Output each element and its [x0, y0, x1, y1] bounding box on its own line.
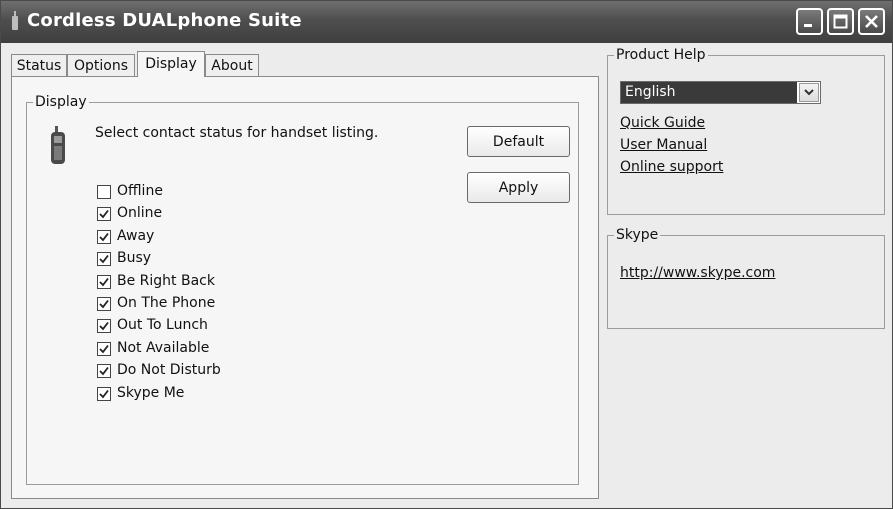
- tab-display[interactable]: Display: [137, 51, 205, 77]
- maximize-button[interactable]: [827, 8, 854, 35]
- tab-status[interactable]: Status: [11, 54, 67, 76]
- window-title: Cordless DUALphone Suite: [27, 10, 302, 31]
- status-checkbox-row[interactable]: Busy: [97, 249, 317, 269]
- status-checkbox-row[interactable]: Skype Me: [97, 384, 317, 404]
- checkbox-checked[interactable]: [97, 207, 111, 221]
- status-checkbox-label: Out To Lunch: [117, 317, 208, 333]
- minimize-button[interactable]: [796, 8, 823, 35]
- close-icon: [865, 15, 878, 28]
- status-checkbox-label: Offline: [117, 183, 163, 199]
- status-checkbox-row[interactable]: On The Phone: [97, 294, 317, 314]
- checkmark-icon: [99, 254, 109, 264]
- product-help-label: Product Help: [616, 47, 706, 63]
- apply-button[interactable]: Apply: [467, 172, 570, 203]
- status-checkbox-label: Not Available: [117, 340, 210, 356]
- minimize-icon: [804, 24, 812, 27]
- quick-guide-link[interactable]: Quick Guide: [620, 115, 705, 131]
- checkmark-icon: [99, 277, 109, 287]
- checkbox-checked[interactable]: [97, 230, 111, 244]
- instruction-text: Select contact status for handset listin…: [95, 125, 379, 141]
- display-group-label: Display: [35, 94, 87, 110]
- language-value: English: [621, 82, 797, 103]
- status-checkbox-label: Do Not Disturb: [117, 362, 221, 378]
- handset-icon: [51, 126, 65, 164]
- user-manual-link[interactable]: User Manual: [620, 137, 707, 153]
- checkbox-checked[interactable]: [97, 297, 111, 311]
- app-phone-icon: [12, 11, 18, 30]
- online-support-link[interactable]: Online support: [620, 159, 723, 175]
- checkmark-icon: [99, 321, 109, 331]
- status-checkbox-row[interactable]: Not Available: [97, 339, 317, 359]
- dropdown-button[interactable]: [799, 83, 819, 102]
- checkbox-checked[interactable]: [97, 364, 111, 378]
- status-checkbox-row[interactable]: Be Right Back: [97, 272, 317, 292]
- close-button[interactable]: [858, 8, 885, 35]
- status-checkbox-row[interactable]: Out To Lunch: [97, 316, 317, 336]
- checkbox-checked[interactable]: [97, 387, 111, 401]
- skype-group-label: Skype: [616, 227, 659, 243]
- skype-website-link[interactable]: http://www.skype.com: [620, 265, 775, 281]
- product-help-group: Product Help English Quick Guide User Ma…: [607, 47, 885, 215]
- status-checkbox-row[interactable]: Online: [97, 204, 317, 224]
- checkbox-checked[interactable]: [97, 342, 111, 356]
- status-checkbox-label: Be Right Back: [117, 273, 215, 289]
- display-group: Display Select contact status for handse…: [26, 94, 579, 485]
- checkbox-checked[interactable]: [97, 252, 111, 266]
- checkmark-icon: [99, 389, 109, 399]
- checkmark-icon: [99, 209, 109, 219]
- tab-options[interactable]: Options: [67, 54, 135, 76]
- checkbox-checked[interactable]: [97, 319, 111, 333]
- checkmark-icon: [99, 344, 109, 354]
- display-tab-panel: Display Select contact status for handse…: [11, 76, 599, 499]
- language-select[interactable]: English: [620, 81, 821, 104]
- status-checkbox-row[interactable]: Away: [97, 227, 317, 247]
- status-checkbox-label: Online: [117, 205, 163, 221]
- status-checkbox-row[interactable]: Offline: [97, 182, 317, 202]
- tab-about[interactable]: About: [205, 54, 259, 76]
- maximize-icon: [833, 14, 848, 29]
- checkmark-icon: [99, 366, 109, 376]
- app-window: Cordless DUALphone Suite Status Options …: [0, 0, 893, 509]
- checkmark-icon: [99, 299, 109, 309]
- checkmark-icon: [99, 232, 109, 242]
- checkbox-checked[interactable]: [97, 275, 111, 289]
- status-checkbox-label: Away: [117, 228, 155, 244]
- checkbox-unchecked[interactable]: [97, 185, 111, 199]
- status-checkbox-label: Skype Me: [117, 385, 185, 401]
- default-button[interactable]: Default: [467, 126, 570, 157]
- chevron-down-icon: [804, 89, 814, 96]
- status-checkbox-row[interactable]: Do Not Disturb: [97, 361, 317, 381]
- status-checkbox-label: Busy: [117, 250, 152, 266]
- title-bar[interactable]: Cordless DUALphone Suite: [1, 1, 892, 43]
- skype-group: Skype http://www.skype.com: [607, 227, 885, 329]
- status-checkbox-label: On The Phone: [117, 295, 216, 311]
